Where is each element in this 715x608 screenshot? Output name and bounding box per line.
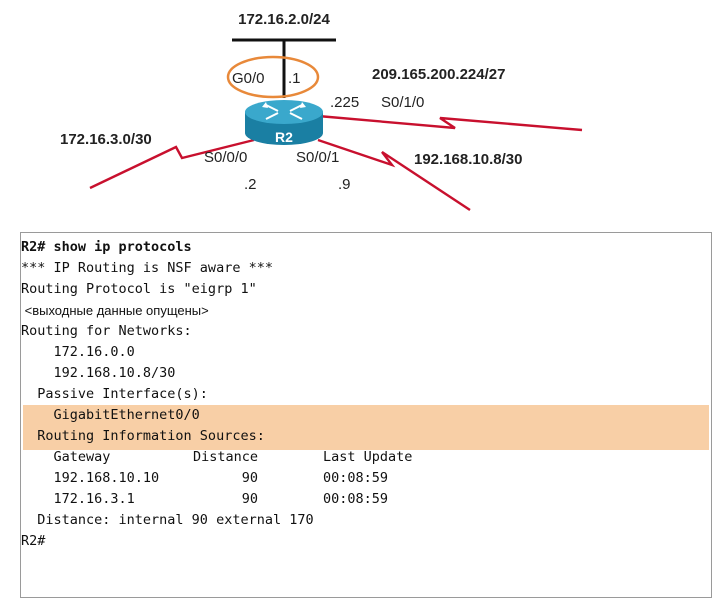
isp-interface-label: S0/1/0 <box>381 94 424 111</box>
left-network-label: 172.16.3.0/30 <box>60 131 152 148</box>
s001-interface-label: S0/0/1 <box>296 149 339 166</box>
router-name-label: R2 <box>275 129 293 145</box>
isp-network-label: 209.165.200.224/27 <box>372 66 505 83</box>
col-distance-header: Distance <box>193 449 259 465</box>
gateway-cell: 172.16.3.1 <box>21 491 135 507</box>
cli-table-header: Gateway Distance Last Update <box>21 447 711 468</box>
col-gateway-header: Gateway <box>21 449 111 465</box>
isp-serial-link <box>317 114 583 132</box>
cli-distance-line: Distance: internal 90 external 170 <box>21 512 314 528</box>
cli-networks-header: Routing for Networks: <box>21 323 192 339</box>
s000-address-label: .2 <box>244 176 257 193</box>
cli-passive-header: Passive Interface(s): <box>21 386 208 402</box>
network-topology-diagram: 172.16.2.0/24 R2 G0/0 .1 209.165.200.224… <box>60 11 583 212</box>
cli-nsf-line: *** IP Routing is NSF aware *** <box>21 260 273 276</box>
cli-omitted-note: <выходные данные опущены> <box>21 303 209 318</box>
cli-command: R2# show ip protocols <box>21 239 192 255</box>
cli-network-2: 192.168.10.8/30 <box>21 365 176 381</box>
cli-output-panel: R2# show ip protocols *** IP Routing is … <box>20 232 712 598</box>
s000-interface-label: S0/0/0 <box>204 149 247 166</box>
table-row: 172.16.3.1 90 00:08:59 <box>21 489 711 510</box>
right-network-label: 192.168.10.8/30 <box>414 151 522 168</box>
last-update-cell: 00:08:59 <box>323 491 389 507</box>
distance-cell: 90 <box>193 470 259 486</box>
col-last-update-header: Last Update <box>323 449 413 465</box>
isp-address-label: .225 <box>330 94 359 111</box>
top-network-label: 172.16.2.0/24 <box>238 11 330 28</box>
table-row: 192.168.10.10 90 00:08:59 <box>21 468 711 489</box>
g0-interface-label: G0/0 <box>232 70 265 87</box>
cli-sources-header: Routing Information Sources: <box>21 428 265 444</box>
cli-network-1: 172.16.0.0 <box>21 344 135 360</box>
last-update-cell: 00:08:59 <box>323 470 389 486</box>
g0-address-label: .1 <box>288 70 301 87</box>
distance-cell: 90 <box>193 491 259 507</box>
cli-protocol-line: Routing Protocol is "eigrp 1" <box>21 281 257 297</box>
s001-address-label: .9 <box>338 176 351 193</box>
gateway-cell: 192.168.10.10 <box>21 470 160 486</box>
cli-prompt: R2# <box>21 533 46 549</box>
cli-passive-interface: GigabitEthernet0/0 <box>21 407 200 423</box>
